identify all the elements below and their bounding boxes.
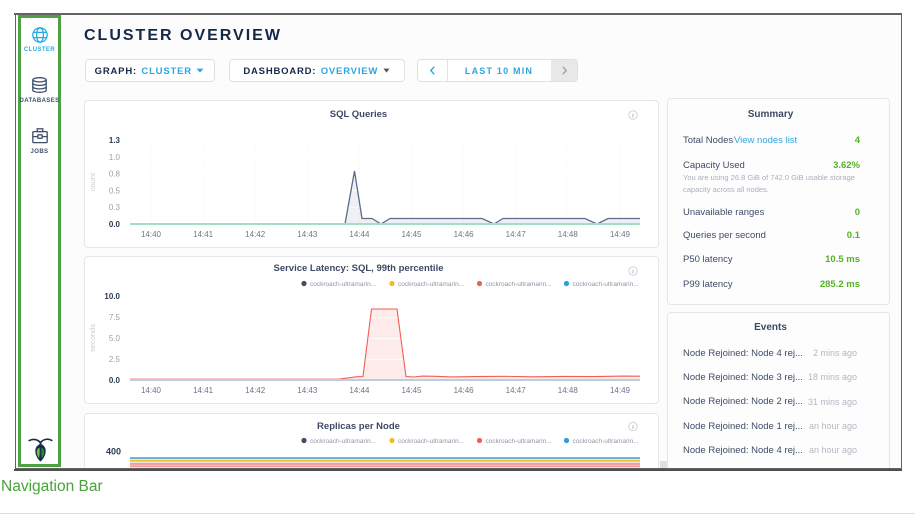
svg-text:0.5: 0.5 [109, 186, 121, 195]
svg-text:10.0: 10.0 [104, 292, 120, 301]
svg-text:14:46: 14:46 [454, 230, 475, 239]
svg-text:14:48: 14:48 [558, 386, 579, 395]
svg-text:14:41: 14:41 [193, 386, 214, 395]
svg-text:cockroach-ultramarin...: cockroach-ultramarin... [573, 281, 639, 288]
svg-text:14:44: 14:44 [349, 230, 370, 239]
svg-text:400: 400 [106, 447, 121, 457]
svg-text:14:47: 14:47 [506, 230, 527, 239]
svg-text:14:44: 14:44 [349, 386, 370, 395]
svg-text:0.0: 0.0 [109, 376, 121, 385]
svg-text:14:43: 14:43 [297, 386, 318, 395]
svg-text:5.0: 5.0 [109, 334, 121, 343]
svg-text:SQL Queries: SQL Queries [330, 109, 387, 120]
svg-text:14:45: 14:45 [401, 230, 422, 239]
svg-text:cockroach-ultramarin...: cockroach-ultramarin... [573, 438, 639, 445]
svg-text:14:42: 14:42 [245, 386, 266, 395]
svg-text:14:47: 14:47 [506, 386, 527, 395]
svg-text:cockroach-ultramarin...: cockroach-ultramarin... [398, 438, 464, 445]
svg-text:14:42: 14:42 [245, 230, 266, 239]
svg-text:14:41: 14:41 [193, 230, 214, 239]
svg-text:0.8: 0.8 [109, 170, 121, 179]
svg-text:14:49: 14:49 [610, 230, 631, 239]
svg-text:14:46: 14:46 [454, 386, 475, 395]
svg-text:14:49: 14:49 [610, 386, 631, 395]
svg-text:cockroach-ultramarin...: cockroach-ultramarin... [398, 281, 464, 288]
svg-text:seconds: seconds [88, 324, 97, 352]
svg-text:Service Latency: SQL, 99th per: Service Latency: SQL, 99th percentile [273, 263, 443, 274]
svg-text:cockroach-ultramarin...: cockroach-ultramarin... [486, 281, 552, 288]
svg-text:7.5: 7.5 [109, 313, 121, 322]
svg-text:0.3: 0.3 [109, 203, 121, 212]
svg-text:1.3: 1.3 [109, 136, 121, 145]
svg-text:14:40: 14:40 [141, 386, 162, 395]
svg-text:cockroach-ultramarin...: cockroach-ultramarin... [310, 281, 376, 288]
svg-text:Replicas per Node: Replicas per Node [317, 421, 400, 432]
svg-text:cockroach-ultramarin...: cockroach-ultramarin... [310, 438, 376, 445]
svg-text:0.0: 0.0 [109, 220, 121, 229]
svg-text:14:48: 14:48 [558, 230, 579, 239]
svg-text:2.5: 2.5 [109, 355, 121, 364]
svg-text:14:45: 14:45 [401, 386, 422, 395]
svg-text:14:40: 14:40 [141, 230, 162, 239]
svg-text:count: count [88, 172, 97, 191]
svg-text:cockroach-ultramarin...: cockroach-ultramarin... [486, 438, 552, 445]
svg-text:14:43: 14:43 [297, 230, 318, 239]
svg-text:1.0: 1.0 [109, 153, 121, 162]
